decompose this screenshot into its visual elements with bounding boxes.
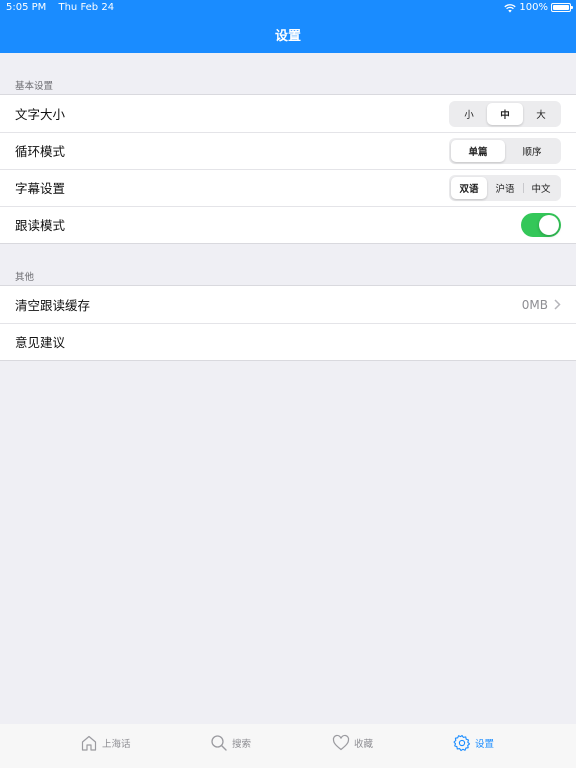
feedback-label: 意见建议: [15, 335, 66, 350]
status-date: Thu Feb 24: [58, 2, 115, 13]
cache-size-value: 0MB: [521, 297, 548, 312]
subtitle-row: 字幕设置 双语 沪语 中文: [0, 169, 576, 206]
clear-cache-row[interactable]: 清空跟读缓存 0MB: [0, 286, 576, 323]
gear-icon: [453, 734, 471, 752]
tab-settings[interactable]: 设置: [453, 732, 494, 754]
subtitle-bilingual-option[interactable]: 双语: [451, 176, 487, 199]
feedback-row[interactable]: 意见建议: [0, 323, 576, 360]
loop-mode-label: 循环模式: [15, 144, 66, 159]
tab-shanghainese[interactable]: 上海话: [80, 732, 131, 754]
follow-read-label: 跟读模式: [15, 218, 66, 233]
subtitle-chinese-option[interactable]: 中文: [523, 177, 559, 199]
tab-label: 搜索: [232, 739, 252, 750]
subtitle-label: 字幕设置: [15, 181, 66, 196]
follow-read-toggle[interactable]: [521, 212, 561, 237]
tab-favorites[interactable]: 收藏: [332, 732, 373, 754]
font-size-medium-option[interactable]: 中: [487, 102, 523, 125]
font-size-segmented-control: 小 中 大: [449, 100, 561, 127]
tab-label: 上海话: [102, 739, 131, 750]
font-size-label: 文字大小: [15, 107, 66, 122]
basic-settings-group: 文字大小 小 中 大 循环模式 单篇 顺序 字幕设置 双语 沪语 中文 跟读模式: [0, 94, 576, 244]
subtitle-shanghainese-option[interactable]: 沪语: [487, 177, 523, 199]
subtitle-segmented-control: 双语 沪语 中文: [449, 174, 561, 201]
section-label-other: 其他: [15, 272, 35, 283]
battery-icon: [551, 3, 573, 12]
section-label-basic: 基本设置: [15, 81, 54, 92]
tab-label: 设置: [475, 739, 495, 750]
chevron-right-icon: [554, 299, 561, 310]
font-size-large-option[interactable]: 大: [523, 103, 559, 125]
home-icon: [81, 735, 97, 751]
page-title: 设置: [274, 29, 301, 44]
search-icon: [211, 735, 227, 751]
font-size-small-option[interactable]: 小: [451, 103, 487, 125]
loop-mode-sequence-option[interactable]: 顺序: [505, 140, 559, 162]
clear-cache-label: 清空跟读缓存: [15, 298, 91, 313]
loop-mode-segmented-control: 单篇 顺序: [449, 137, 561, 164]
follow-read-row: 跟读模式: [0, 206, 576, 243]
tab-search[interactable]: 搜索: [210, 732, 251, 754]
navigation-header: 5:05 PM Thu Feb 24 100% 设置: [0, 0, 576, 53]
heart-icon: [332, 734, 350, 751]
battery-percent: 100%: [519, 2, 548, 13]
status-bar: 5:05 PM Thu Feb 24 100%: [0, 0, 576, 16]
status-time: 5:05 PM: [6, 2, 47, 13]
loop-mode-row: 循环模式 单篇 顺序: [0, 132, 576, 169]
other-settings-group: 清空跟读缓存 0MB 意见建议: [0, 285, 576, 361]
font-size-row: 文字大小 小 中 大: [0, 95, 576, 132]
toggle-knob: [539, 214, 559, 235]
tab-label: 收藏: [354, 739, 374, 750]
tab-bar: 上海话 搜索 收藏 设置: [0, 724, 576, 768]
wifi-icon: [504, 3, 517, 12]
loop-mode-single-option[interactable]: 单篇: [451, 139, 505, 162]
